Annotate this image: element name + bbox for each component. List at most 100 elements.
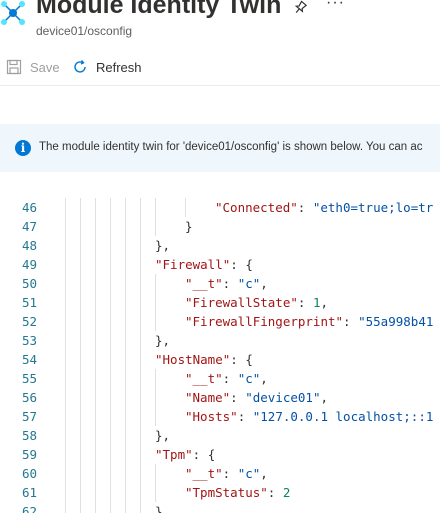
code-line[interactable]: 52 "FirewallFingerprint": "55a998b41 (0, 312, 440, 331)
code-line[interactable]: 60 "__t": "c", (0, 464, 440, 483)
more-options-button[interactable]: ··· (326, 0, 345, 12)
indent-guide (80, 198, 81, 217)
indent-guide (155, 407, 156, 426)
indent-guide (140, 198, 141, 217)
indent-guide (140, 255, 141, 274)
code-line[interactable]: 54 "HostName": { (0, 350, 440, 369)
code-text: "Connected": "eth0=true;lo=tr (215, 200, 434, 215)
indent-guide (125, 502, 126, 513)
indent-guide (65, 217, 66, 236)
indent-guide (65, 293, 66, 312)
indent-guide (65, 502, 66, 513)
code-text: "__t": "c", (185, 371, 268, 386)
indent-guide (125, 388, 126, 407)
indent-guide (125, 255, 126, 274)
indent-guide (140, 236, 141, 255)
line-number: 51 (21, 295, 37, 310)
code-text: "Name": "device01", (185, 390, 329, 405)
twin-json-editor[interactable]: 46 "Connected": "eth0=true;lo=tr 47} 48}, 49… (0, 182, 440, 513)
indent-guide (110, 407, 111, 426)
page-title: Module Identity Twin (36, 0, 282, 19)
indent-guide (155, 483, 156, 502)
indent-guide (95, 483, 96, 502)
code-line[interactable]: 62} (0, 502, 440, 513)
indent-guide (140, 293, 141, 312)
code-line[interactable]: 57 "Hosts": "127.0.0.1 localhost;::1 (0, 407, 440, 426)
code-line[interactable]: 56 "Name": "device01", (0, 388, 440, 407)
indent-guide (125, 217, 126, 236)
indent-guide (65, 407, 66, 426)
indent-guide (95, 369, 96, 388)
command-bar: Save Refresh (0, 56, 440, 78)
code-line[interactable]: 53}, (0, 331, 440, 350)
code-text: }, (155, 238, 171, 253)
indent-guide (80, 388, 81, 407)
indent-guide (80, 274, 81, 293)
indent-guide (155, 312, 156, 331)
indent-guide (65, 255, 66, 274)
code-line[interactable]: 51 "FirewallState": 1, (0, 293, 440, 312)
indent-guide (80, 464, 81, 483)
indent-guide (140, 274, 141, 293)
indent-guide (95, 312, 96, 331)
code-line[interactable]: 48}, (0, 236, 440, 255)
indent-guide (140, 312, 141, 331)
indent-guide (140, 407, 141, 426)
indent-guide (140, 369, 141, 388)
code-line[interactable]: 49 "Firewall": { (0, 255, 440, 274)
indent-guide (95, 255, 96, 274)
save-button[interactable]: Save (6, 56, 60, 78)
indent-guide (125, 331, 126, 350)
indent-guide (95, 350, 96, 369)
line-number: 60 (21, 466, 37, 481)
indent-guide (110, 426, 111, 445)
code-line[interactable]: 59 "Tpm": { (0, 445, 440, 464)
pin-icon[interactable] (292, 0, 308, 16)
indent-guide (65, 350, 66, 369)
indent-guide (155, 274, 156, 293)
code-text: "Tpm": { (155, 447, 216, 462)
code-line[interactable]: 58}, (0, 426, 440, 445)
indent-guide (80, 331, 81, 350)
indent-guide (140, 331, 141, 350)
indent-guide (95, 426, 96, 445)
indent-guide (125, 350, 126, 369)
indent-guide (110, 198, 111, 217)
indent-guide (110, 312, 111, 331)
indent-guide (155, 293, 156, 312)
indent-guide (125, 445, 126, 464)
refresh-label: Refresh (96, 59, 142, 75)
line-number: 47 (21, 219, 37, 234)
refresh-button[interactable]: Refresh (72, 56, 142, 78)
indent-guide (125, 426, 126, 445)
page-subtitle: device01/osconfig (36, 24, 133, 38)
line-number: 48 (21, 238, 37, 253)
indent-guide (95, 445, 96, 464)
line-number: 53 (21, 333, 37, 348)
indent-guide (80, 369, 81, 388)
indent-guide (95, 236, 96, 255)
indent-guide (155, 388, 156, 407)
code-text: "FirewallFingerprint": "55a998b41 (185, 314, 434, 329)
code-text: "HostName": { (155, 352, 253, 367)
line-number: 55 (21, 371, 37, 386)
code-text: "FirewallState": 1, (185, 295, 329, 310)
code-text: "TpmStatus": 2 (185, 485, 291, 500)
info-banner-text: The module identity twin for 'device01/o… (39, 141, 423, 153)
indent-guide (185, 198, 186, 217)
indent-guide (155, 217, 156, 236)
code-line[interactable]: 61 "TpmStatus": 2 (0, 483, 440, 502)
code-line[interactable]: 46 "Connected": "eth0=true;lo=tr (0, 198, 440, 217)
indent-guide (80, 483, 81, 502)
toolbar-divider (0, 85, 440, 86)
code-line[interactable]: 47} (0, 217, 440, 236)
code-line[interactable]: 50 "__t": "c", (0, 274, 440, 293)
indent-guide (65, 445, 66, 464)
indent-guide (95, 198, 96, 217)
indent-guide (110, 483, 111, 502)
indent-guide (65, 236, 66, 255)
indent-guide (65, 369, 66, 388)
code-text: "__t": "c", (185, 466, 268, 481)
indent-guide (110, 293, 111, 312)
code-line[interactable]: 55 "__t": "c", (0, 369, 440, 388)
